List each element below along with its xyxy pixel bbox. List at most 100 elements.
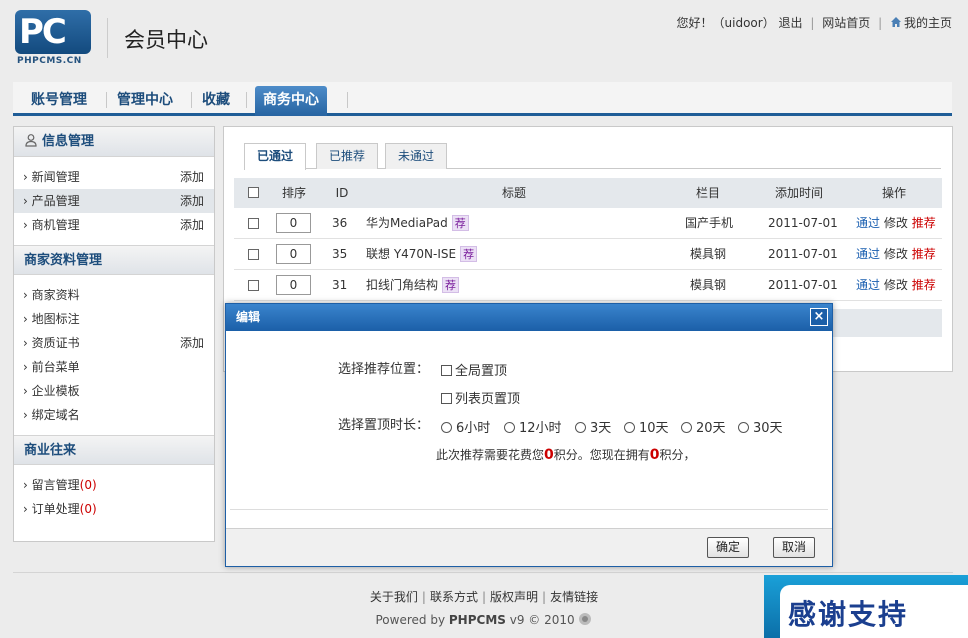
sidebar-item-news[interactable]: › 新闻管理 添加 [14,165,214,189]
tab-approved[interactable]: 已通过 [244,143,307,170]
row-checkbox[interactable] [248,280,259,291]
confirm-button[interactable]: 确定 [707,537,750,558]
row-column: 模具钢 [690,247,727,261]
sidebar-section-info: 信息管理 [14,127,214,157]
position-checkbox[interactable] [441,365,452,376]
tab-account[interactable]: 账号管理 [23,86,95,116]
row-date: 2011-07-01 [768,216,838,230]
select-all-checkbox[interactable] [248,187,259,198]
column-header: 操作 [881,186,906,200]
my-home-link[interactable]: 我的主页 [904,16,952,30]
sidebar-item-products[interactable]: › 产品管理 添加 [14,189,214,213]
duration-option[interactable]: 20天 [681,417,726,436]
position-option[interactable]: 全局置顶 [441,360,507,379]
dialog-footer: 确定 取消 [226,528,832,566]
row-id: 31 [332,278,348,292]
tab-recommended[interactable]: 已推荐 [316,143,379,169]
duration-radio[interactable] [504,422,515,433]
order-input[interactable]: 0 [276,275,311,295]
recommend-link[interactable]: 推荐 [912,216,936,230]
column-header: 栏目 [695,186,720,200]
row-actions: 通过 修改 推荐 [856,208,936,239]
add-certificate-link[interactable]: 添加 [180,331,204,355]
sidebar-item-domain[interactable]: › 绑定域名 [14,403,214,427]
thanks-banner[interactable]: 感谢支持 [764,575,968,638]
row-actions: 通过 修改 推荐 [856,239,936,270]
logo[interactable]: PC PHPCMS.CN [15,10,93,66]
tab-business[interactable]: 商务中心 [255,86,327,116]
row-checkbox[interactable] [248,218,259,229]
page-title: 会员中心 [124,28,208,52]
duration-option[interactable]: 6小时 [441,417,490,436]
tab-favorites[interactable]: 收藏 [194,86,238,116]
owned-points: 0 [649,447,660,463]
duration-radio[interactable] [681,422,692,433]
row-checkbox[interactable] [248,249,259,260]
edit-link[interactable]: 修改 [884,278,908,292]
sidebar-item-merchant-info[interactable]: › 商家资料 [14,283,214,307]
row-id: 36 [332,216,348,230]
header: PC PHPCMS.CN 会员中心 您好！（uidoor） 退出 | 网站首页 … [0,0,968,80]
duration-option[interactable]: 3天 [575,417,611,436]
duration-option[interactable]: 10天 [624,417,669,436]
position-label: 选择推荐位置： [338,362,430,377]
orders-count: (0) [79,502,97,516]
order-input[interactable]: 0 [276,244,311,264]
add-opportunity-link[interactable]: 添加 [180,213,204,237]
row-title[interactable]: 联想 Y470N-ISE 荐 [366,239,478,270]
footer-link-about[interactable]: 关于我们 [370,590,418,604]
tab-manage[interactable]: 管理中心 [109,86,181,116]
divider [13,572,953,573]
approve-link[interactable]: 通过 [856,247,880,261]
logout-link[interactable]: 退出 [779,16,803,30]
footer-link-friends[interactable]: 友情链接 [550,590,598,604]
recommend-link[interactable]: 推荐 [912,278,936,292]
tab-rejected[interactable]: 未通过 [385,143,448,169]
sidebar-item-certificates[interactable]: › 资质证书 添加 [14,331,214,355]
duration-option[interactable]: 30天 [738,417,783,436]
sidebar-item-template[interactable]: › 企业模板 [14,379,214,403]
approve-link[interactable]: 通过 [856,278,880,292]
duration-label: 选择置顶时长： [338,418,430,433]
duration-radio[interactable] [575,422,586,433]
edit-link[interactable]: 修改 [884,216,908,230]
sidebar-item-messages[interactable]: › 留言管理(0) [14,473,214,497]
home-icon [890,17,901,27]
badge-icon [579,613,592,625]
sidebar-item-map[interactable]: › 地图标注 [14,307,214,331]
add-news-link[interactable]: 添加 [180,165,204,189]
duration-radio[interactable] [738,422,749,433]
main-nav: 账号管理 管理中心 收藏 商务中心 [13,82,952,116]
close-icon[interactable]: × [810,308,828,326]
sidebar-section-merchant: 商家资料管理 [14,245,214,275]
approve-link[interactable]: 通过 [856,216,880,230]
position-option[interactable]: 列表页置顶 [441,388,520,407]
row-title[interactable]: 扣线门角结构荐 [366,270,460,301]
row-date: 2011-07-01 [768,247,838,261]
position-checkbox[interactable] [441,393,452,404]
footer-link-contact[interactable]: 联系方式 [430,590,478,604]
duration-option[interactable]: 12小时 [504,417,562,436]
sidebar-item-menu[interactable]: › 前台菜单 [14,355,214,379]
site-home-link[interactable]: 网站首页 [822,16,870,30]
column-header: 标题 [501,186,526,200]
edit-link[interactable]: 修改 [884,247,908,261]
footer-link-copyright[interactable]: 版权声明 [490,590,538,604]
content-tabs: 已通过 已推荐 未通过 [244,141,941,170]
row-title[interactable]: 华为MediaPad 荐 [366,208,469,239]
order-input[interactable]: 0 [276,213,311,233]
sidebar-item-orders[interactable]: › 订单处理(0) [14,497,214,521]
recommend-badge: 荐 [451,215,469,231]
row-date: 2011-07-01 [768,278,838,292]
add-product-link[interactable]: 添加 [180,189,204,213]
duration-radio[interactable] [624,422,635,433]
recommend-link[interactable]: 推荐 [912,247,936,261]
sidebar-section-trade: 商业往来 [14,435,214,465]
divider [107,18,108,58]
top-links: 您好！（uidoor） 退出 | 网站首页 | 我的主页 [676,16,952,30]
logo-text: PHPCMS.CN [17,56,82,66]
duration-radio[interactable] [441,422,452,433]
cancel-button[interactable]: 取消 [773,537,816,558]
sidebar-item-opportunities[interactable]: › 商机管理 添加 [14,213,214,237]
column-header: ID [335,186,349,200]
